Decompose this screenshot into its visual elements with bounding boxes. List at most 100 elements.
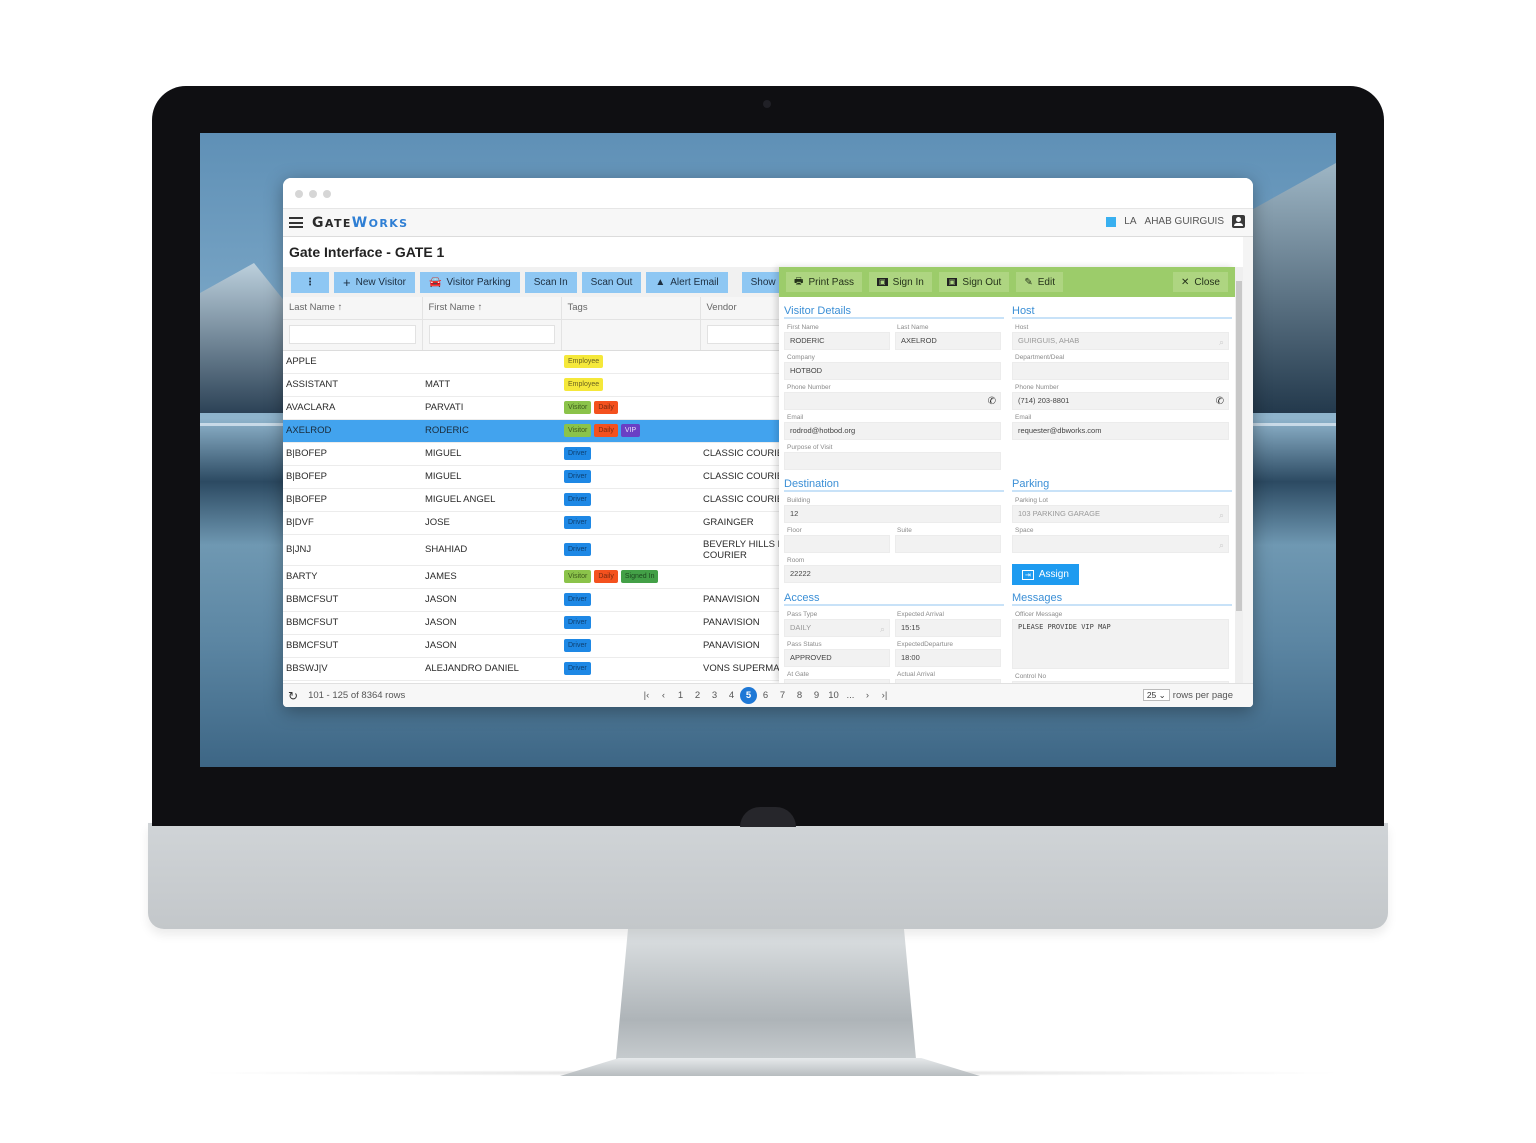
- table-row[interactable]: Driver: [283, 680, 779, 681]
- expected-arrival-field[interactable]: 15:15: [895, 619, 1001, 637]
- last-name-filter-input[interactable]: [289, 325, 416, 344]
- page-number[interactable]: 8: [791, 687, 808, 704]
- page-number[interactable]: 5: [740, 687, 757, 704]
- table-row[interactable]: B|DVF JOSE Driver GRAINGER: [283, 511, 779, 535]
- window-minimize-dot[interactable]: [309, 190, 317, 198]
- car-icon: 🚘: [428, 276, 442, 288]
- scan-in-button[interactable]: Scan In: [524, 271, 577, 293]
- column-header-first-name[interactable]: First Name ↑: [422, 297, 562, 320]
- alert-email-button[interactable]: ▲ Alert Email: [646, 271, 728, 293]
- column-header-last-name[interactable]: Last Name ↑: [283, 297, 423, 320]
- visitor-parking-button[interactable]: 🚘 Visitor Parking: [419, 271, 520, 293]
- first-name-field[interactable]: RODERIC: [784, 332, 890, 350]
- search-icon[interactable]: ⌕: [880, 621, 885, 637]
- gate-toolbar: ⋮ + New Visitor 🚘 Visitor Parking Scan In …: [283, 267, 797, 297]
- visitor-phone-field[interactable]: ✆: [784, 392, 1001, 410]
- phone-icon[interactable]: ✆: [1216, 394, 1224, 410]
- column-header-tags[interactable]: Tags: [561, 297, 701, 320]
- page-ellipsis[interactable]: ...: [842, 687, 859, 704]
- first-page-icon[interactable]: |‹: [638, 687, 655, 704]
- page-number[interactable]: 9: [808, 687, 825, 704]
- window-maximize-dot[interactable]: [323, 190, 331, 198]
- page-number[interactable]: 4: [723, 687, 740, 704]
- tags-cell: Visitor Daily: [561, 396, 700, 420]
- window-close-dot[interactable]: [295, 190, 303, 198]
- close-panel-button[interactable]: ✕ Close: [1173, 272, 1228, 292]
- officer-message-textarea[interactable]: PLEASE PROVIDE VIP MAP: [1012, 619, 1229, 669]
- user-name[interactable]: AHAB GUIRGUIS: [1145, 216, 1224, 227]
- first-name-cell: JASON: [422, 634, 561, 658]
- parking-lot-field[interactable]: 103 PARKING GARAGE ⌕: [1012, 505, 1229, 523]
- pass-status-field[interactable]: APPROVED: [784, 649, 890, 667]
- table-row[interactable]: BBMCFSUT JASON Driver PANAVISION: [283, 588, 779, 612]
- rows-per-page-select[interactable]: 25 ⌄: [1142, 689, 1170, 701]
- table-row[interactable]: BBSWJ|V ALEJANDRO DANIEL Driver VONS SUPERM…: [283, 657, 779, 681]
- column-header-vendor[interactable]: Vendor: [700, 297, 779, 320]
- page-scrollbar[interactable]: [1243, 237, 1253, 707]
- phone-icon[interactable]: ✆: [988, 394, 996, 410]
- last-name-cell: B|BOFEP: [283, 442, 422, 466]
- scan-out-button[interactable]: Scan Out: [581, 271, 642, 293]
- visitor-email-field[interactable]: rodrod@hotbod.org: [784, 422, 1001, 440]
- suite-field[interactable]: [895, 535, 1001, 553]
- page-number[interactable]: 2: [689, 687, 706, 704]
- print-pass-button[interactable]: 🖶 Print Pass: [786, 272, 863, 292]
- page-number[interactable]: 6: [757, 687, 774, 704]
- table-row[interactable]: ASSISTANT MATT Employee: [283, 373, 779, 397]
- tag-badge: Driver: [564, 593, 591, 606]
- search-icon[interactable]: ⌕: [1219, 334, 1224, 350]
- table-row[interactable]: AXELROD RODERIC Visitor Daily VIP: [283, 419, 779, 443]
- table-row[interactable]: B|BOFEPMIGUELDriver CLASSIC COURIER: [283, 442, 779, 466]
- table-row[interactable]: BBMCFSUT JASON Driver PANAVISION: [283, 634, 779, 658]
- last-name-cell: BARTY: [283, 565, 422, 589]
- host-field[interactable]: GUIRGUIS, AHAB ⌕: [1012, 332, 1229, 350]
- table-row[interactable]: B|JNJSHAHIADDriver BEVERLY HILLS EXPRESS …: [283, 534, 779, 566]
- assign-parking-button[interactable]: ⇥ Assign: [1012, 564, 1079, 585]
- purpose-field[interactable]: [784, 452, 1001, 470]
- user-account-icon[interactable]: [1232, 215, 1245, 228]
- expected-departure-field[interactable]: 18:00: [895, 649, 1001, 667]
- hamburger-menu-icon[interactable]: [289, 217, 303, 228]
- floor-field[interactable]: [784, 535, 890, 553]
- gateworks-logo: GATEWORKS: [312, 214, 409, 231]
- sign-out-button[interactable]: ▣ Sign Out: [938, 272, 1010, 292]
- room-field[interactable]: 22222: [784, 565, 1001, 583]
- building-field[interactable]: 12: [784, 505, 1001, 523]
- previous-page-icon[interactable]: ‹: [655, 687, 672, 704]
- company-field[interactable]: HOTBOD: [784, 362, 1001, 380]
- location-label[interactable]: LA: [1124, 216, 1136, 227]
- search-icon[interactable]: ⌕: [1219, 537, 1224, 553]
- vendor-filter-input[interactable]: [706, 325, 779, 344]
- window-titlebar: [283, 178, 1253, 208]
- department-field[interactable]: [1012, 362, 1229, 380]
- first-name-filter-input[interactable]: [428, 325, 555, 344]
- refresh-icon[interactable]: ↻: [288, 689, 298, 703]
- page-number[interactable]: 3: [706, 687, 723, 704]
- scrollbar-thumb[interactable]: [1236, 281, 1242, 611]
- last-page-icon[interactable]: ›|: [876, 687, 893, 704]
- space-field[interactable]: ⌕: [1012, 535, 1229, 553]
- page-number[interactable]: 1: [672, 687, 689, 704]
- pass-type-field[interactable]: DAILY ⌕: [784, 619, 890, 637]
- search-icon[interactable]: ⌕: [1219, 507, 1224, 523]
- host-email-field[interactable]: requester@dbworks.com: [1012, 422, 1229, 440]
- table-row[interactable]: B|BOFEPMIGUEL ANGELDriver CLASSIC COURIER: [283, 488, 779, 512]
- table-row[interactable]: BBMCFSUT JASON Driver PANAVISION: [283, 611, 779, 635]
- sign-in-button[interactable]: ▣ Sign In: [869, 272, 932, 292]
- detail-panel-scrollbar[interactable]: [1235, 267, 1243, 683]
- floor-label: Floor: [787, 527, 802, 534]
- department-label: Department/Deal: [1015, 354, 1065, 361]
- table-row[interactable]: BARTY JAMES Visitor Daily Signed In: [283, 565, 779, 589]
- table-row[interactable]: APPLE Employee: [283, 350, 779, 374]
- vendor-cell: PANAVISION: [700, 634, 779, 658]
- table-row[interactable]: AVACLARA PARVATI Visitor Daily: [283, 396, 779, 420]
- table-row[interactable]: B|BOFEPMIGUELDriver CLASSIC COURIER: [283, 465, 779, 489]
- new-visitor-button[interactable]: + New Visitor: [334, 271, 415, 293]
- last-name-field[interactable]: AXELROD: [895, 332, 1001, 350]
- page-number[interactable]: 7: [774, 687, 791, 704]
- next-page-icon[interactable]: ›: [859, 687, 876, 704]
- more-actions-button[interactable]: ⋮: [291, 271, 329, 293]
- page-number[interactable]: 10: [825, 687, 842, 704]
- host-phone-field[interactable]: (714) 203-8801 ✆: [1012, 392, 1229, 410]
- edit-button[interactable]: ✎ Edit: [1016, 272, 1063, 292]
